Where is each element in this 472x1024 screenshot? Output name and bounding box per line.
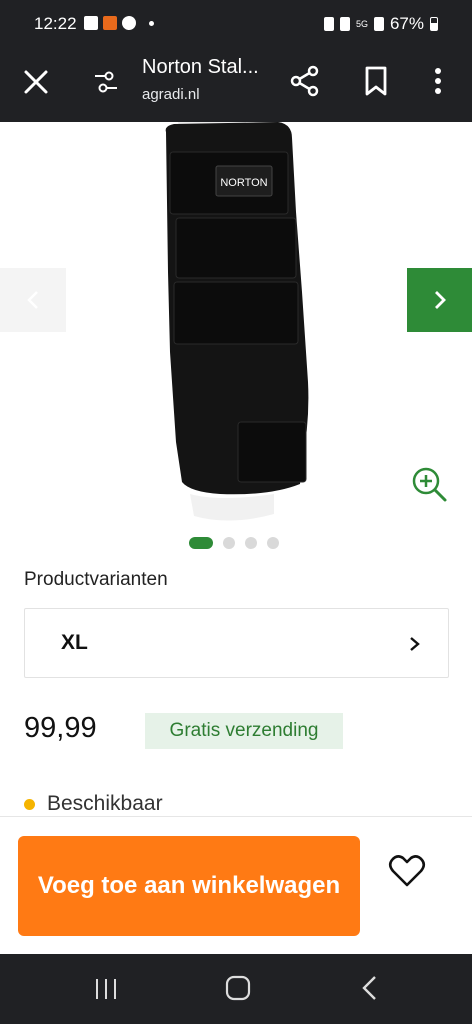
carousel-dot-active[interactable] bbox=[189, 537, 213, 549]
system-icons: 5G 67% bbox=[323, 14, 438, 34]
recent-apps-icon[interactable] bbox=[92, 976, 120, 1002]
facebook-notification-icon bbox=[122, 16, 136, 30]
next-image-button[interactable] bbox=[407, 268, 472, 332]
variant-selector[interactable]: XL bbox=[24, 608, 449, 678]
free-shipping-badge: Gratis verzending bbox=[145, 713, 343, 749]
home-icon[interactable] bbox=[224, 974, 252, 1002]
chevron-right-icon bbox=[410, 637, 420, 651]
chevron-right-icon bbox=[434, 291, 446, 309]
previous-image-button[interactable] bbox=[0, 268, 66, 332]
product-image[interactable]: NORTON bbox=[150, 122, 320, 522]
carousel-dot[interactable] bbox=[245, 537, 257, 549]
alarm-icon bbox=[339, 17, 350, 31]
notification-icons bbox=[84, 16, 154, 30]
back-icon[interactable] bbox=[358, 974, 382, 1002]
brand-label: NORTON bbox=[220, 177, 267, 189]
page-url: agradi.nl bbox=[142, 86, 200, 103]
status-bar: 12:22 5G 67% bbox=[0, 0, 472, 48]
signal-icon bbox=[373, 17, 384, 31]
site-settings-icon[interactable] bbox=[92, 68, 120, 96]
carousel-dot[interactable] bbox=[267, 537, 279, 549]
product-price: 99,99 bbox=[24, 712, 97, 744]
zoom-in-icon[interactable] bbox=[410, 465, 448, 503]
more-notifications-dot-icon bbox=[149, 20, 154, 26]
bookmark-icon[interactable] bbox=[360, 64, 392, 98]
more-options-icon[interactable] bbox=[424, 64, 452, 98]
variants-label: Productvarianten bbox=[24, 569, 168, 590]
product-gallery[interactable]: NORTON bbox=[0, 122, 472, 530]
system-navigation-bar bbox=[0, 954, 472, 1024]
browser-toolbar: Norton Stal... agradi.nl bbox=[0, 48, 472, 122]
availability-text: Beschikbaar bbox=[47, 792, 163, 815]
network-type-label: 5G bbox=[355, 19, 368, 29]
page-title: Norton Stal... bbox=[142, 56, 259, 78]
gallery-notification-icon bbox=[84, 16, 98, 30]
add-to-cart-bar: Voeg toe aan winkelwagen bbox=[0, 816, 472, 954]
battery-saver-icon bbox=[323, 17, 334, 31]
battery-percent: 67% bbox=[389, 14, 424, 33]
chevron-left-icon bbox=[27, 291, 38, 309]
share-icon[interactable] bbox=[288, 64, 322, 98]
availability-dot-icon bbox=[24, 798, 35, 810]
battery-icon bbox=[430, 17, 438, 31]
carousel-indicator bbox=[189, 537, 279, 549]
carousel-dot[interactable] bbox=[223, 537, 235, 549]
add-to-cart-button[interactable]: Voeg toe aan winkelwagen bbox=[18, 836, 360, 936]
heart-icon[interactable] bbox=[388, 853, 426, 889]
status-time: 12:22 bbox=[34, 14, 77, 33]
app-notification-icon bbox=[103, 16, 117, 30]
close-icon[interactable] bbox=[20, 66, 52, 98]
availability-status: Beschikbaar bbox=[24, 792, 163, 816]
selected-variant: XL bbox=[61, 631, 88, 654]
